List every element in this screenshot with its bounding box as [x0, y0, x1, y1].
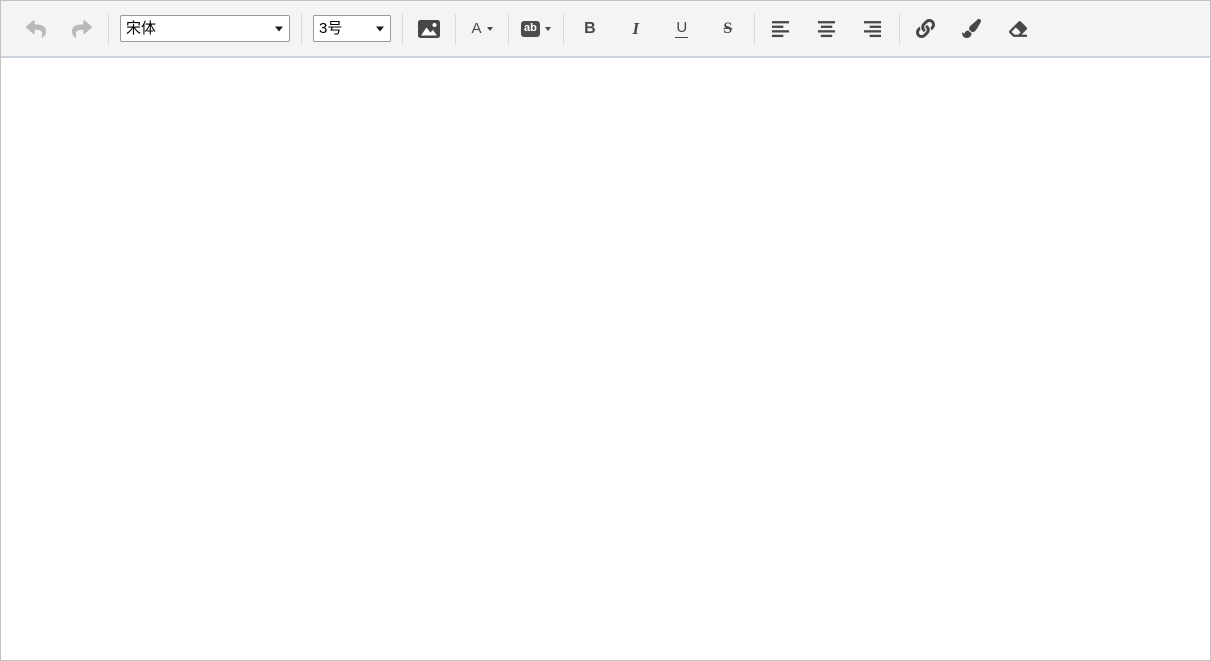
undo-icon: [26, 19, 46, 39]
font-family-select-wrap: 宋体: [120, 15, 290, 42]
toolbar-separator: [562, 13, 564, 44]
toolbar-separator: [108, 13, 109, 44]
underline-label: U: [675, 18, 689, 38]
eraser-icon: [1008, 20, 1028, 38]
editor-toolbar: 宋体 3号 A ab B I U S: [1, 1, 1210, 58]
insert-link-button[interactable]: [912, 15, 940, 43]
eraser-button[interactable]: [1004, 15, 1032, 43]
align-right-icon: [863, 19, 882, 38]
link-icon: [916, 19, 936, 38]
chevron-down-icon: [486, 26, 493, 31]
toolbar-separator: [898, 13, 900, 44]
bold-label: B: [584, 19, 596, 37]
format-brush-button[interactable]: [958, 15, 986, 43]
align-center-icon: [817, 19, 836, 38]
font-size-select[interactable]: 3号: [313, 15, 391, 42]
rich-text-editor: 宋体 3号 A ab B I U S: [0, 0, 1211, 661]
highlight-label: ab: [521, 20, 540, 37]
highlight-color-button[interactable]: ab: [521, 15, 551, 43]
align-right-button[interactable]: [859, 15, 887, 43]
bold-button[interactable]: B: [576, 15, 604, 43]
font-color-button[interactable]: A: [468, 15, 496, 43]
image-icon: [417, 19, 441, 39]
align-left-icon: [771, 19, 790, 38]
underline-button[interactable]: U: [668, 15, 696, 43]
editor-content-area[interactable]: [1, 58, 1210, 660]
font-color-label: A: [471, 20, 482, 37]
strikethrough-label: S: [723, 19, 733, 37]
chevron-down-icon: [544, 26, 551, 31]
insert-image-button[interactable]: [415, 15, 443, 43]
undo-button[interactable]: [22, 15, 50, 43]
redo-icon: [72, 19, 92, 39]
font-family-select[interactable]: 宋体: [120, 15, 290, 42]
font-size-select-wrap: 3号: [313, 15, 391, 42]
toolbar-separator: [301, 13, 302, 44]
redo-button[interactable]: [68, 15, 96, 43]
toolbar-separator: [455, 13, 456, 44]
toolbar-separator: [753, 13, 755, 44]
strikethrough-button[interactable]: S: [714, 15, 742, 43]
italic-button[interactable]: I: [622, 15, 650, 43]
toolbar-separator: [402, 13, 403, 44]
italic-label: I: [632, 19, 640, 38]
align-left-button[interactable]: [767, 15, 795, 43]
toolbar-separator: [508, 13, 509, 44]
align-center-button[interactable]: [813, 15, 841, 43]
brush-icon: [962, 19, 982, 38]
